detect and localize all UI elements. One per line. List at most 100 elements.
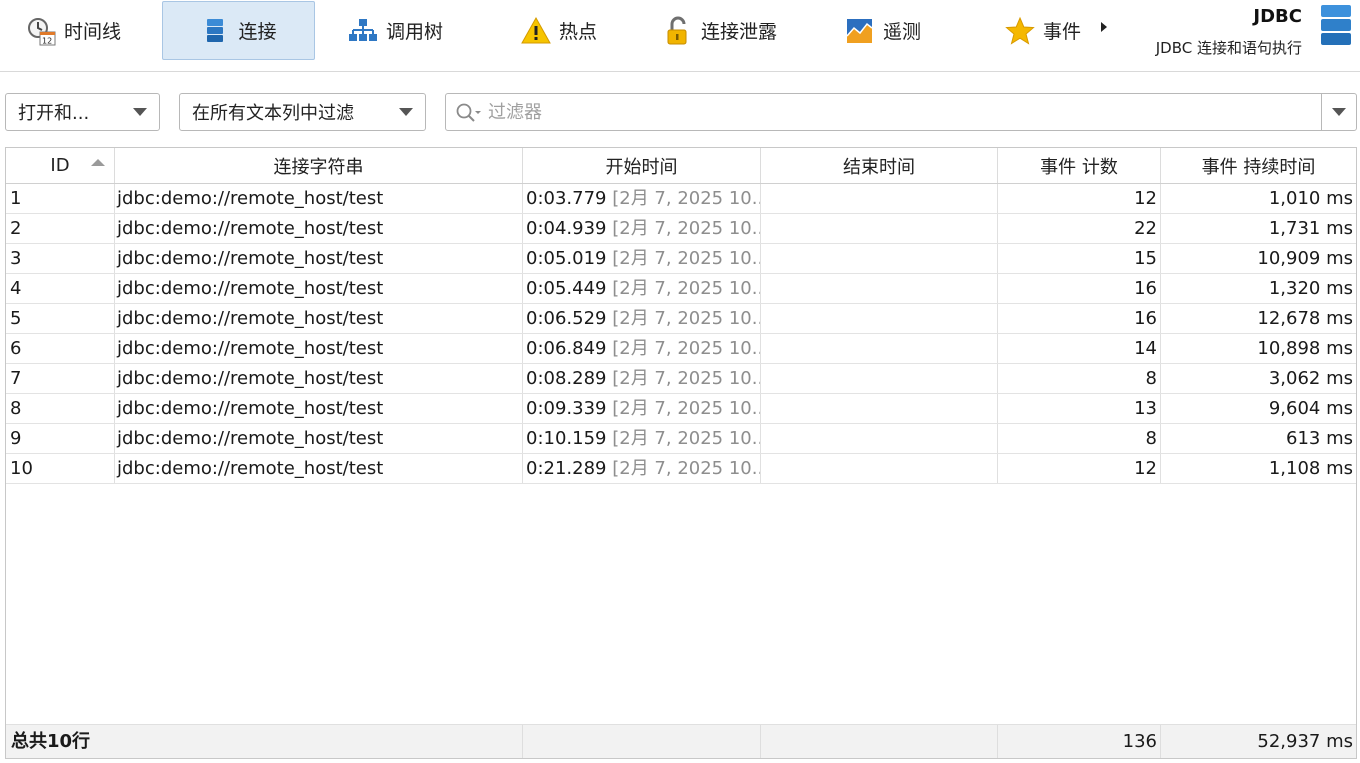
cell-event-count: 14 bbox=[998, 334, 1161, 363]
cell-id: 7 bbox=[6, 364, 115, 393]
cell-start-time: 0:10.159 [2月 7, 2025 10... bbox=[523, 424, 761, 453]
tab-telemetry[interactable]: 遥测 bbox=[845, 1, 965, 60]
cell-connection-string: jdbc:demo://remote_host/test bbox=[115, 424, 523, 453]
cell-end-time bbox=[761, 364, 998, 393]
table-row[interactable]: 4 jdbc:demo://remote_host/test 0:05.449 [2… bbox=[6, 274, 1356, 304]
cell-id: 1 bbox=[6, 184, 115, 213]
start-date-value: [2月 7, 2025 10... bbox=[612, 218, 761, 239]
footer-end-cell bbox=[761, 725, 998, 758]
search-icon[interactable] bbox=[455, 102, 481, 124]
start-time-value: 0:03.779 bbox=[526, 188, 607, 209]
warning-triangle-icon bbox=[521, 16, 551, 46]
start-time-value: 0:05.449 bbox=[526, 278, 607, 299]
table-footer-totals: 总共10行 136 52,937 ms bbox=[6, 724, 1356, 758]
sort-ascending-icon bbox=[91, 159, 105, 166]
cell-id: 6 bbox=[6, 334, 115, 363]
column-title: ID bbox=[50, 155, 70, 176]
tab-connections[interactable]: 连接 bbox=[162, 1, 315, 60]
more-tabs-arrow-icon[interactable] bbox=[1101, 22, 1107, 32]
start-date-value: [2月 7, 2025 10... bbox=[612, 368, 761, 389]
total-label-count: 10行 bbox=[47, 731, 91, 752]
column-header-event-duration[interactable]: 事件 持续时间 bbox=[1161, 148, 1356, 183]
database-stack-icon bbox=[1320, 4, 1352, 46]
cell-event-count: 16 bbox=[998, 274, 1161, 303]
table-row[interactable]: 9 jdbc:demo://remote_host/test 0:10.159 [2… bbox=[6, 424, 1356, 454]
cell-connection-string: jdbc:demo://remote_host/test bbox=[115, 274, 523, 303]
column-header-end-time[interactable]: 结束时间 bbox=[761, 148, 998, 183]
cell-id: 9 bbox=[6, 424, 115, 453]
cell-end-time bbox=[761, 424, 998, 453]
chevron-down-icon bbox=[399, 108, 413, 116]
cell-start-time: 0:06.529 [2月 7, 2025 10... bbox=[523, 304, 761, 333]
cell-start-time: 0:05.449 [2月 7, 2025 10... bbox=[523, 274, 761, 303]
column-title: 结束时间 bbox=[843, 156, 915, 178]
select-value: 打开和... bbox=[18, 103, 90, 124]
table-row[interactable]: 7 jdbc:demo://remote_host/test 0:08.289 [2… bbox=[6, 364, 1356, 394]
cell-event-count: 8 bbox=[998, 364, 1161, 393]
table-row[interactable]: 6 jdbc:demo://remote_host/test 0:06.849 [2… bbox=[6, 334, 1356, 364]
cell-start-time: 0:06.849 [2月 7, 2025 10... bbox=[523, 334, 761, 363]
cell-event-count: 16 bbox=[998, 304, 1161, 333]
table-row[interactable]: 10 jdbc:demo://remote_host/test 0:21.289 [… bbox=[6, 454, 1356, 484]
tab-label: 连接泄露 bbox=[701, 21, 778, 43]
cell-event-duration: 12,678 ms bbox=[1257, 308, 1353, 329]
tab-call-tree[interactable]: 调用树 bbox=[348, 1, 478, 60]
tab-hot-spots[interactable]: 热点 bbox=[521, 1, 631, 60]
start-time-value: 0:08.289 bbox=[526, 368, 607, 389]
filter-history-dropdown[interactable] bbox=[1321, 94, 1356, 130]
table-row[interactable]: 3 jdbc:demo://remote_host/test 0:05.019 [2… bbox=[6, 244, 1356, 274]
column-title: 连接字符串 bbox=[273, 156, 364, 178]
tab-timeline[interactable]: 12 时间线 bbox=[26, 1, 146, 60]
tab-connection-leaks[interactable]: 连接泄露 bbox=[663, 1, 813, 60]
cell-event-duration: 3,062 ms bbox=[1268, 368, 1353, 389]
filter-scope-select[interactable]: 在所有文本列中过滤 bbox=[179, 93, 426, 131]
connection-state-select[interactable]: 打开和... bbox=[5, 93, 160, 131]
column-header-connection-string[interactable]: 连接字符串 bbox=[115, 148, 523, 183]
cell-start-time: 0:03.779 [2月 7, 2025 10... bbox=[523, 184, 761, 213]
cell-event-count: 8 bbox=[998, 424, 1161, 453]
view-toolbar: 12 时间线 连接 调用树 热点 连接泄露 遥测 事件 JDBC JDBC 连接… bbox=[0, 0, 1360, 72]
tab-label: 事件 bbox=[1043, 21, 1082, 43]
cell-event-duration: 613 ms bbox=[1286, 428, 1353, 449]
column-header-event-count[interactable]: 事件 计数 bbox=[998, 148, 1161, 183]
table-row[interactable]: 1 jdbc:demo://remote_host/test 0:03.779 [2… bbox=[6, 184, 1356, 214]
cell-start-time: 0:04.939 [2月 7, 2025 10... bbox=[523, 214, 761, 243]
tab-label: 热点 bbox=[559, 21, 598, 43]
chevron-down-icon bbox=[133, 108, 147, 116]
total-rows-label: 总共10行 bbox=[6, 725, 523, 758]
cell-connection-string: jdbc:demo://remote_host/test bbox=[115, 304, 523, 333]
column-header-id[interactable]: ID bbox=[6, 148, 115, 183]
total-event-duration: 52,937 ms bbox=[1257, 731, 1353, 752]
start-date-value: [2月 7, 2025 10... bbox=[612, 428, 761, 449]
cell-event-count: 13 bbox=[998, 394, 1161, 423]
start-time-value: 0:04.939 bbox=[526, 218, 607, 239]
cell-end-time bbox=[761, 274, 998, 303]
table-row[interactable]: 2 jdbc:demo://remote_host/test 0:04.939 [2… bbox=[6, 214, 1356, 244]
cell-start-time: 0:21.289 [2月 7, 2025 10... bbox=[523, 454, 761, 483]
start-date-value: [2月 7, 2025 10... bbox=[612, 188, 761, 209]
cell-id: 3 bbox=[6, 244, 115, 273]
table-row[interactable]: 5 jdbc:demo://remote_host/test 0:06.529 [2… bbox=[6, 304, 1356, 334]
connections-table: ID 连接字符串 开始时间 结束时间 事件 计数 事件 持续时间 1 jdbc:d… bbox=[5, 147, 1357, 759]
star-icon bbox=[1005, 16, 1035, 46]
cell-event-duration: 1,108 ms bbox=[1268, 458, 1353, 479]
cell-end-time bbox=[761, 244, 998, 273]
total-event-count: 136 bbox=[998, 725, 1161, 758]
cell-connection-string: jdbc:demo://remote_host/test bbox=[115, 184, 523, 213]
table-row[interactable]: 8 jdbc:demo://remote_host/test 0:09.339 [2… bbox=[6, 394, 1356, 424]
cell-connection-string: jdbc:demo://remote_host/test bbox=[115, 454, 523, 483]
tab-events[interactable]: 事件 bbox=[1005, 1, 1095, 60]
cell-end-time bbox=[761, 454, 998, 483]
telemetry-chart-icon bbox=[845, 16, 875, 46]
cell-id: 8 bbox=[6, 394, 115, 423]
view-title: JDBC bbox=[1253, 6, 1302, 27]
footer-start-cell bbox=[523, 725, 761, 758]
column-header-start-time[interactable]: 开始时间 bbox=[523, 148, 761, 183]
start-time-value: 0:06.849 bbox=[526, 338, 607, 359]
cell-id: 2 bbox=[6, 214, 115, 243]
cell-end-time bbox=[761, 184, 998, 213]
start-date-value: [2月 7, 2025 10... bbox=[612, 338, 761, 359]
svg-text:12: 12 bbox=[42, 36, 52, 45]
filter-input[interactable] bbox=[488, 100, 1308, 124]
tab-label: 调用树 bbox=[386, 21, 444, 43]
